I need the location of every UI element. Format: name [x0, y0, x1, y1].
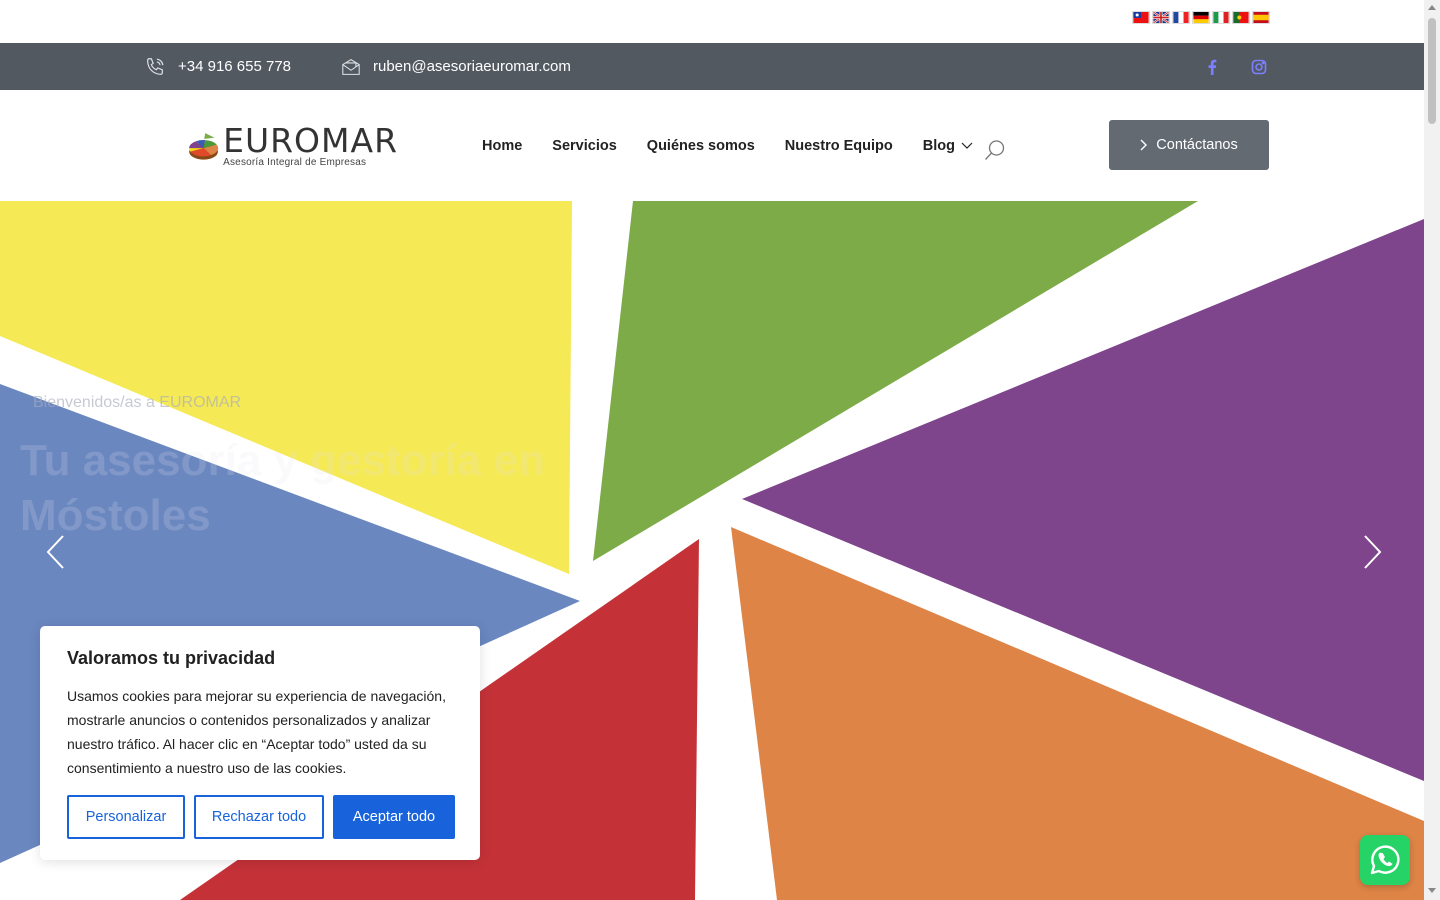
nav-item-blog-label: Blog — [922, 137, 955, 154]
pie-chart-logo-icon — [189, 133, 219, 160]
slider-dot[interactable] — [119, 866, 137, 870]
hero-title: Tu asesoría y gestoría en Móstoles — [20, 436, 545, 540]
contact-cta-label: Contáctanos — [1156, 137, 1238, 153]
scroll-up-arrow[interactable] — [1428, 5, 1436, 10]
accept-all-button[interactable]: Aceptar todo — [333, 795, 455, 839]
logo-name: EUROMAR — [223, 121, 398, 160]
language-flags — [1132, 11, 1270, 24]
phone-number: +34 916 655 778 — [178, 58, 292, 75]
hero-subtitle: Bienvenidos/as a EUROMAR — [33, 394, 242, 411]
flag-taiwan-icon[interactable] — [1132, 11, 1150, 24]
envelope-icon — [342, 58, 360, 75]
language-bar — [0, 0, 1424, 43]
page-scrollbar[interactable] — [1424, 0, 1440, 900]
whatsapp-icon — [1370, 845, 1400, 875]
chevron-right-icon — [1364, 535, 1382, 569]
instagram-icon — [1251, 59, 1267, 74]
flag-portugal-icon[interactable] — [1232, 11, 1250, 24]
customize-button[interactable]: Personalizar — [67, 795, 185, 839]
phone-contact[interactable]: +34 916 655 778 — [144, 43, 291, 90]
facebook-icon — [1208, 59, 1217, 75]
chevron-left-icon — [46, 535, 64, 569]
nav-item-nuestro-equipo[interactable]: Nuestro Equipo — [785, 138, 893, 154]
facebook-link[interactable] — [1204, 43, 1220, 90]
reject-all-button[interactable]: Rechazar todo — [194, 795, 324, 839]
search-button[interactable] — [984, 139, 1006, 166]
contact-cta-button[interactable]: Contáctanos — [1109, 120, 1269, 170]
chevron-right-icon — [1140, 139, 1148, 151]
slider-prev-button[interactable] — [43, 534, 73, 570]
email-address: ruben@asesoriaeuromar.com — [373, 58, 571, 75]
contact-bar: +34 916 655 778 ruben@asesoriaeuromar.co… — [0, 43, 1424, 90]
site-header: EUROMAR Asesoría Integral de Empresas Ho… — [0, 90, 1424, 201]
nav-item-home[interactable]: Home — [482, 138, 522, 154]
nav-item-quienes-somos[interactable]: Quiénes somos — [647, 138, 755, 154]
email-contact[interactable]: ruben@asesoriaeuromar.com — [341, 43, 571, 90]
search-icon — [985, 140, 1005, 160]
cookie-title: Valoramos tu privacidad — [67, 648, 276, 668]
slider-next-button[interactable] — [1355, 534, 1385, 570]
flag-france-icon[interactable] — [1172, 11, 1190, 24]
nav-item-servicios[interactable]: Servicios — [552, 138, 617, 154]
instagram-link[interactable] — [1251, 43, 1267, 90]
flag-germany-icon[interactable] — [1192, 11, 1210, 24]
chevron-down-icon — [961, 142, 973, 149]
phone-icon — [147, 57, 164, 75]
slider-pagination — [67, 866, 137, 870]
cookie-consent-banner: Valoramos tu privacidad Usamos cookies p… — [40, 626, 480, 860]
site-logo[interactable]: EUROMAR Asesoría Integral de Empresas — [188, 123, 398, 171]
scroll-thumb[interactable] — [1428, 18, 1436, 124]
cookie-text: Usamos cookies para mejorar su experienc… — [67, 688, 446, 776]
flag-spain-icon[interactable] — [1252, 11, 1270, 24]
slider-dot[interactable] — [93, 866, 111, 870]
whatsapp-button[interactable] — [1360, 835, 1410, 885]
flag-uk-icon[interactable] — [1152, 11, 1170, 24]
flag-italy-icon[interactable] — [1212, 11, 1230, 24]
scroll-down-arrow[interactable] — [1428, 888, 1436, 893]
main-nav: Home Servicios Quiénes somos Nuestro Equ… — [482, 90, 973, 201]
slider-dot[interactable] — [67, 866, 85, 870]
nav-item-blog[interactable]: Blog — [923, 138, 973, 154]
